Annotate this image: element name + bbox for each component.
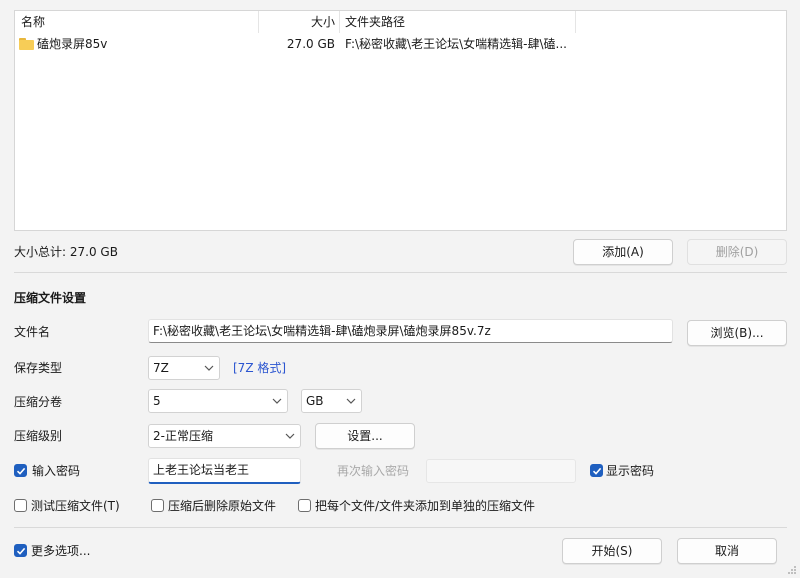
confirm-password-input[interactable] [426, 459, 576, 483]
folder-icon [19, 38, 34, 50]
separate-archives-label[interactable]: 把每个文件/文件夹添加到单独的压缩文件 [315, 498, 535, 514]
test-archive-label[interactable]: 测试压缩文件(T) [31, 498, 120, 514]
split-label: 压缩分卷 [14, 395, 63, 409]
column-separator[interactable] [575, 11, 576, 33]
column-separator[interactable] [339, 11, 340, 33]
more-options-checkbox[interactable] [14, 544, 27, 557]
column-header-path[interactable]: 文件夹路径 [345, 14, 405, 30]
browse-button[interactable]: 浏览(B)... [687, 320, 787, 346]
chevron-down-icon [204, 365, 214, 371]
row-size: 27.0 GB [286, 37, 335, 51]
level-select[interactable]: 2-正常压缩 [148, 424, 301, 448]
confirm-password-label: 再次输入密码 [337, 464, 410, 478]
chevron-down-icon [285, 433, 295, 439]
filename-input[interactable]: F:\秘密收藏\老王论坛\女喘精选辑-肆\磕炮录屏\磕炮录屏85v.7z [148, 319, 673, 343]
total-size-label: 大小总计: 27.0 GB [14, 245, 118, 259]
level-value: 2-正常压缩 [153, 429, 213, 443]
delete-after-label[interactable]: 压缩后删除原始文件 [168, 498, 276, 514]
split-unit-value: GB [306, 394, 324, 408]
split-size-select[interactable]: 5 [148, 389, 288, 413]
add-button[interactable]: 添加(A) [573, 239, 673, 265]
format-hint: [7Z 格式] [233, 361, 287, 375]
start-button[interactable]: 开始(S) [562, 538, 662, 564]
delete-after-checkbox[interactable] [151, 499, 164, 512]
chevron-down-icon [272, 398, 282, 404]
section-title: 压缩文件设置 [14, 291, 87, 305]
separate-archives-checkbox[interactable] [298, 499, 311, 512]
filename-label: 文件名 [14, 325, 51, 339]
checkmark-icon [16, 547, 26, 555]
save-type-value: 7Z [153, 361, 169, 375]
settings-button[interactable]: 设置... [315, 423, 415, 449]
resize-grip-icon[interactable] [787, 565, 797, 575]
row-path: F:\秘密收藏\老王论坛\女喘精选辑-肆\磕... [345, 37, 567, 51]
file-list[interactable]: 名称 大小 文件夹路径 磕炮录屏85v 27.0 GB F:\秘密收藏\老王论坛… [14, 10, 787, 231]
save-type-select[interactable]: 7Z [148, 356, 220, 380]
table-row[interactable]: 磕炮录屏85v 27.0 GB F:\秘密收藏\老王论坛\女喘精选辑-肆\磕..… [15, 34, 786, 54]
password-label[interactable]: 输入密码 [32, 463, 80, 479]
column-header-name[interactable]: 名称 [21, 14, 45, 30]
chevron-down-icon [346, 398, 356, 404]
show-password-checkbox[interactable] [590, 464, 603, 477]
password-checkbox[interactable] [14, 464, 27, 477]
password-input[interactable]: 上老王论坛当老王 [148, 458, 301, 484]
row-name: 磕炮录屏85v [37, 37, 108, 51]
more-options-label[interactable]: 更多选项... [31, 543, 90, 559]
file-list-header: 名称 大小 文件夹路径 [15, 11, 786, 33]
checkmark-icon [592, 467, 602, 475]
delete-button[interactable]: 删除(D) [687, 239, 787, 265]
split-unit-select[interactable]: GB [301, 389, 362, 413]
divider [14, 272, 787, 273]
cancel-button[interactable]: 取消 [677, 538, 777, 564]
divider [14, 527, 787, 528]
checkmark-icon [16, 467, 26, 475]
level-label: 压缩级别 [14, 429, 63, 443]
test-archive-checkbox[interactable] [14, 499, 27, 512]
show-password-label[interactable]: 显示密码 [606, 463, 654, 479]
split-size-value: 5 [153, 394, 161, 408]
save-type-label: 保存类型 [14, 361, 63, 375]
column-header-size[interactable]: 大小 [259, 14, 335, 30]
